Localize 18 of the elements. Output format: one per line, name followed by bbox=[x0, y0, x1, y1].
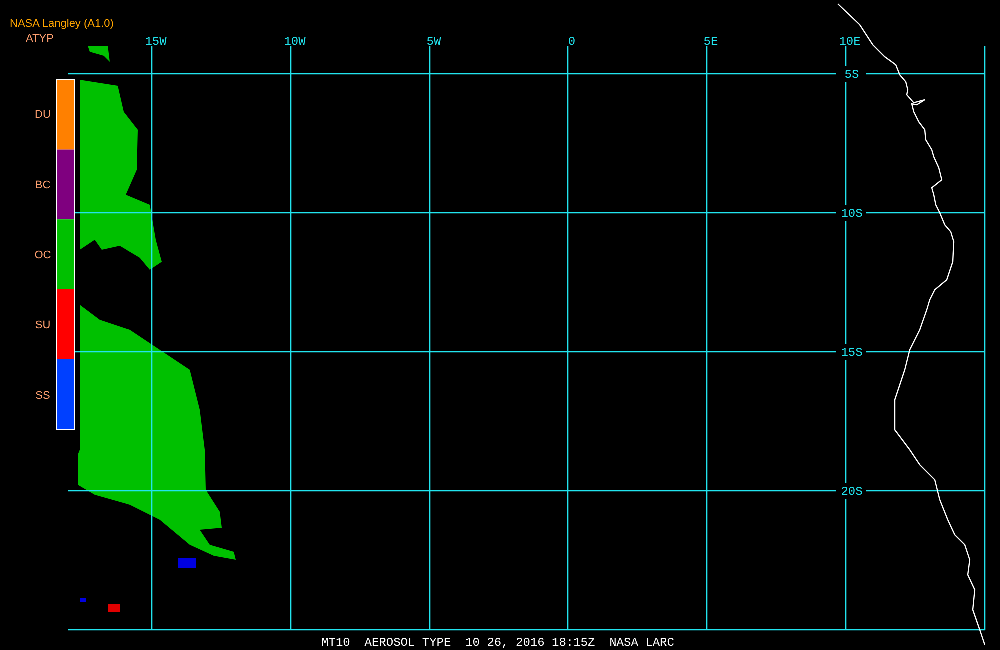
legend-label: BC bbox=[35, 179, 51, 192]
legend-label: SS bbox=[36, 390, 50, 402]
footer-caption: MT10 AEROSOL TYPE 10 26, 2016 18:15Z NASA LARC bbox=[322, 636, 674, 650]
legend-label: OC bbox=[34, 250, 52, 262]
longitude-label: 10E bbox=[839, 35, 861, 49]
latitude-label: 20S bbox=[841, 485, 863, 499]
latitude-label: 10S bbox=[841, 207, 863, 221]
longitude-label: 5W bbox=[426, 35, 442, 49]
longitude-label: 5E bbox=[704, 35, 718, 49]
product-label: ATYP bbox=[26, 33, 54, 45]
latitude-label: 5S bbox=[844, 68, 860, 82]
legend-label: SU bbox=[35, 320, 51, 332]
app-title: NASA Langley (A1.0) bbox=[10, 18, 114, 30]
longitude-label: 0 bbox=[568, 35, 576, 49]
legend-label: DU bbox=[35, 109, 51, 122]
longitude-label: 15W bbox=[145, 35, 167, 49]
latitude-label: 15S bbox=[841, 346, 863, 360]
longitude-label: 10W bbox=[284, 35, 306, 49]
